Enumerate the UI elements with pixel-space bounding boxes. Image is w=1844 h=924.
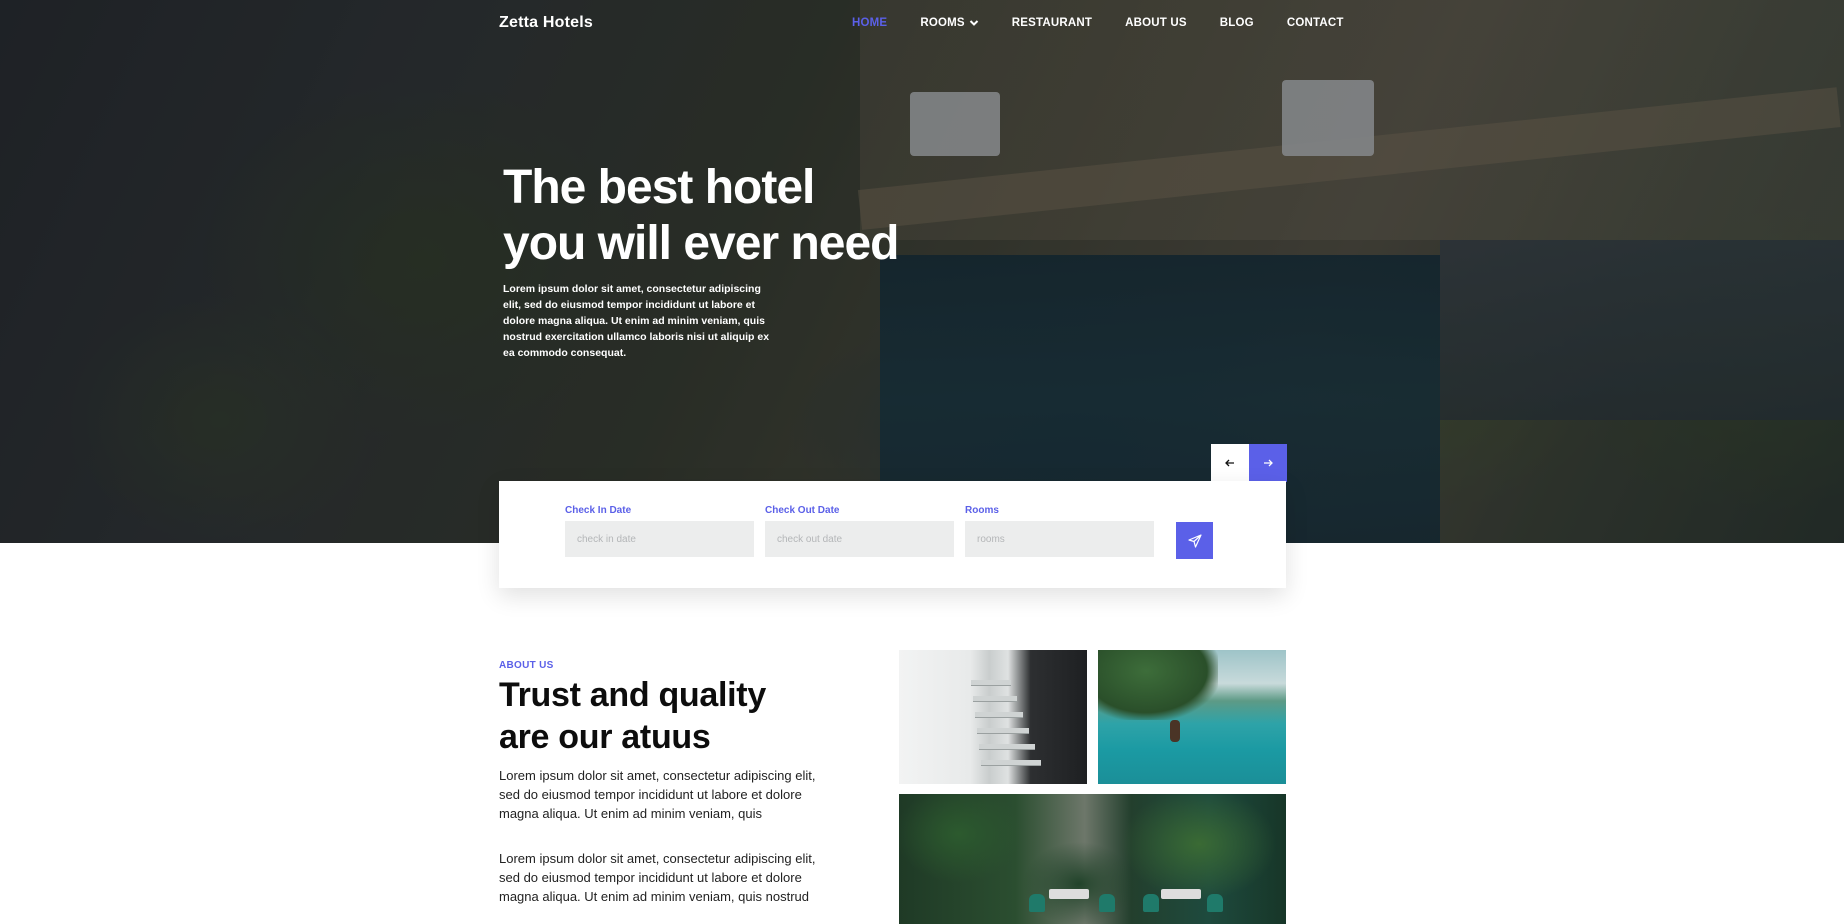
stair-step (981, 760, 1041, 766)
stair-step (977, 728, 1029, 734)
arrow-right-icon (1264, 459, 1273, 467)
nav-item-contact[interactable]: CONTACT (1287, 17, 1344, 29)
gallery-image-staircase (899, 650, 1087, 784)
check-out-field: Check Out Date (765, 505, 954, 557)
nav-item-about-us[interactable]: ABOUT US (1125, 17, 1187, 29)
pool-swimmer (1170, 720, 1180, 742)
paper-plane-icon (1187, 533, 1202, 548)
about-paragraph-2: Lorem ipsum dolor sit amet, consectetur … (499, 851, 816, 904)
gallery-image-pool (1098, 650, 1286, 784)
garden-table (1161, 889, 1201, 899)
garden-chair (1143, 894, 1159, 912)
about-paragraph-1: Lorem ipsum dolor sit amet, consectetur … (499, 768, 816, 821)
slider-next-button[interactable] (1249, 444, 1287, 482)
stair-step (971, 680, 1011, 686)
garden-chair (1029, 894, 1045, 912)
nav-item-label: ROOMS (920, 17, 965, 29)
garden-table (1049, 889, 1089, 899)
hero-title: The best hotel you will ever need (503, 160, 1103, 272)
nav-item-blog[interactable]: BLOG (1220, 17, 1254, 29)
stair-step (973, 696, 1017, 702)
hero-title-line-2: you will ever need (503, 217, 899, 270)
garden-chair (1207, 894, 1223, 912)
booking-submit-button[interactable] (1176, 522, 1213, 559)
arrow-left-icon (1225, 459, 1234, 467)
chevron-down-icon (969, 18, 979, 28)
check-in-input[interactable] (565, 521, 754, 557)
stair-step (979, 744, 1035, 750)
garden-chair (1099, 894, 1115, 912)
rooms-field: Rooms (965, 505, 1154, 557)
nav-item-home[interactable]: HOME (852, 17, 887, 29)
nav-item-label: HOME (852, 17, 888, 29)
stair-step (975, 712, 1023, 718)
rooms-input[interactable] (965, 521, 1154, 557)
nav-item-restaurant[interactable]: RESTAURANT (1012, 17, 1092, 29)
check-out-input[interactable] (765, 521, 954, 557)
check-in-label: Check In Date (565, 505, 632, 516)
main-menu: HOME ROOMS RESTAURANT ABOUT US BLOG CONT… (852, 17, 1377, 29)
booking-form: Check In Date Check Out Date Rooms (499, 481, 1286, 588)
rooms-label: Rooms (965, 505, 999, 516)
nav-item-label: BLOG (1219, 17, 1254, 29)
hero-section: Zetta Hotels HOME ROOMS RESTAURANT ABOUT… (0, 0, 1844, 543)
about-title: Trust and quality are our atuus (499, 674, 766, 758)
brand-logo[interactable]: Zetta Hotels (499, 14, 593, 32)
hero-description: Lorem ipsum dolor sit amet, consectetur … (503, 283, 770, 359)
nav-item-label: ABOUT US (1125, 17, 1187, 29)
check-out-label: Check Out Date (765, 505, 840, 516)
hero-title-line-1: The best hotel (503, 161, 815, 214)
about-title-line-1: Trust and quality (499, 676, 766, 714)
nav-item-label: RESTAURANT (1011, 17, 1093, 29)
about-title-line-2: are our atuus (499, 718, 711, 756)
top-navbar: Zetta Hotels HOME ROOMS RESTAURANT ABOUT… (0, 0, 1844, 48)
slider-prev-button[interactable] (1211, 444, 1249, 482)
about-eyebrow: ABOUT US (499, 660, 554, 671)
check-in-field: Check In Date (565, 505, 754, 557)
nav-item-label: CONTACT (1286, 17, 1344, 29)
nav-item-rooms[interactable]: ROOMS (920, 17, 978, 29)
gallery-image-garden (899, 794, 1286, 924)
pool-foliage (1098, 650, 1218, 720)
